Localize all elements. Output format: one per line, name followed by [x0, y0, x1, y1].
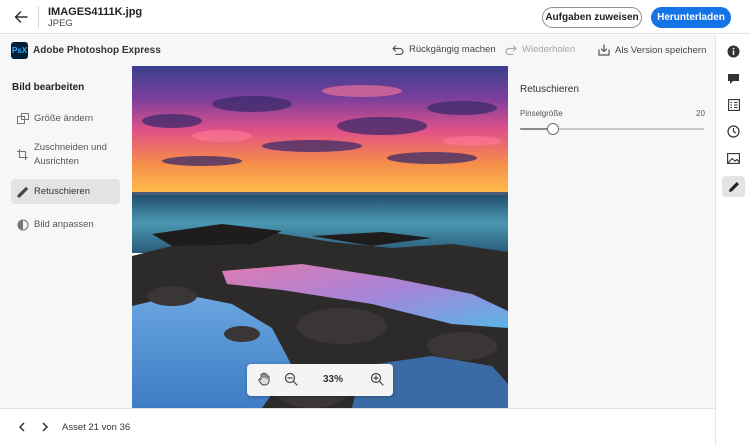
- tasks-icon: [727, 98, 740, 111]
- app-toolbar: PsX Adobe Photoshop Express Rückgängig m…: [0, 35, 715, 66]
- brush-size-value: 20: [696, 109, 705, 118]
- photoshop-express-logo: PsX: [11, 42, 28, 59]
- save-version-label: Als Version speichern: [615, 44, 707, 56]
- panel-title: Retuschieren: [520, 84, 579, 95]
- zoom-level: 33%: [323, 374, 344, 385]
- undo-label: Rückgängig machen: [409, 44, 496, 55]
- comments-button[interactable]: [722, 68, 745, 89]
- sidebar-item-adjust[interactable]: Bild anpassen: [11, 216, 120, 236]
- sidebar-item-label: Größe ändern: [34, 113, 94, 124]
- resize-icon: [11, 112, 31, 127]
- zoom-in-icon: [370, 372, 384, 386]
- chevron-left-icon: [18, 422, 25, 432]
- slider-thumb[interactable]: [547, 123, 560, 135]
- undo-button[interactable]: Rückgängig machen: [392, 44, 496, 55]
- edit-sidebar: Bild bearbeiten Größe ändern Zuschneiden…: [0, 66, 132, 408]
- photo-seascape-sunset: [132, 66, 508, 408]
- save-version-icon: [598, 44, 610, 56]
- chevron-right-icon: [42, 422, 49, 432]
- sidebar-item-label: Bild anpassen: [34, 219, 94, 230]
- assign-tasks-button[interactable]: Aufgaben zuweisen: [542, 7, 642, 28]
- info-button[interactable]: [722, 41, 745, 62]
- next-asset-button[interactable]: [38, 420, 52, 434]
- undo-icon: [392, 44, 404, 55]
- right-rail: [715, 35, 750, 445]
- image-button[interactable]: [722, 148, 745, 169]
- zoom-out-button[interactable]: [284, 372, 298, 391]
- info-icon: [727, 45, 740, 58]
- zoom-out-icon: [284, 372, 298, 386]
- adjust-icon: [11, 218, 31, 234]
- sidebar-item-label: Zuschneiden und Ausrichten: [34, 142, 107, 167]
- file-type: JPEG: [48, 18, 73, 29]
- previous-asset-button[interactable]: [15, 420, 29, 434]
- save-version-button[interactable]: Als Version speichern: [598, 44, 706, 56]
- redo-button[interactable]: Wiederholen: [505, 44, 575, 55]
- image-canvas[interactable]: [132, 66, 508, 408]
- top-bar: IMAGES4111K.jpg JPEG Aufgaben zuweisen H…: [0, 0, 750, 34]
- bottom-bar: Asset 21 von 36: [0, 408, 715, 445]
- tasks-button[interactable]: [722, 94, 745, 115]
- hand-icon: [258, 372, 270, 386]
- retouch-panel: Retuschieren Pinselgröße 20: [508, 66, 715, 408]
- crop-icon: [11, 141, 31, 163]
- asset-position: Asset 21 von 36: [62, 422, 131, 433]
- sidebar-item-label: Retuschieren: [34, 186, 90, 197]
- sidebar-title: Bild bearbeiten: [12, 82, 85, 93]
- download-button[interactable]: Herunterladen: [651, 7, 731, 28]
- sidebar-item-resize[interactable]: Größe ändern: [11, 109, 120, 129]
- brush-size-label: Pinselgröße: [520, 109, 563, 118]
- zoom-in-button[interactable]: [370, 372, 384, 391]
- file-name: IMAGES4111K.jpg: [48, 6, 143, 18]
- hand-tool-button[interactable]: [257, 372, 271, 391]
- redo-label: Wiederholen: [522, 44, 576, 55]
- edit-button[interactable]: [722, 176, 745, 197]
- healing-brush-icon: [11, 185, 31, 201]
- app-name: Adobe Photoshop Express: [33, 45, 161, 56]
- history-button[interactable]: [722, 121, 745, 142]
- arrow-left-icon: [14, 11, 28, 23]
- divider: [38, 6, 39, 28]
- image-icon: [727, 153, 740, 164]
- edit-pencil-icon: [728, 181, 739, 192]
- history-icon: [727, 125, 740, 138]
- comment-icon: [728, 73, 739, 84]
- zoom-toolbar: 33%: [247, 364, 393, 396]
- brush-size-slider[interactable]: [520, 123, 704, 135]
- sidebar-item-crop[interactable]: Zuschneiden und Ausrichten: [11, 139, 120, 173]
- sidebar-item-retouch[interactable]: Retuschieren: [11, 179, 120, 204]
- back-button[interactable]: [9, 6, 33, 28]
- redo-icon: [505, 44, 517, 55]
